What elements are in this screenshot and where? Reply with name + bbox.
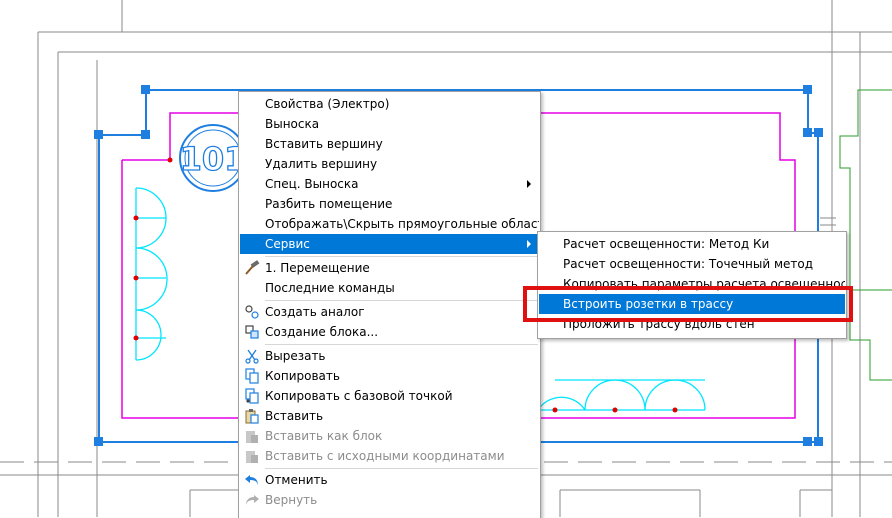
menu-separator: [265, 468, 538, 469]
room-number-tag: 101: [179, 124, 247, 192]
menu-item-undo[interactable]: Отменить: [240, 470, 539, 490]
menu-item-copy[interactable]: Копировать: [240, 366, 539, 386]
paste-coords-icon: [246, 451, 258, 463]
paste-icon: [245, 409, 259, 424]
menu-item-special-leader[interactable]: Спец. Выноска: [240, 174, 539, 194]
menu-item-paste-as-block[interactable]: Вставить как блок: [240, 426, 539, 446]
menu-item-paste[interactable]: Вставить: [240, 406, 539, 426]
menu-item-toggle-rect-areas[interactable]: Отображать\Скрыть прямоугольные области: [240, 214, 539, 234]
menu-item-service[interactable]: Сервис: [240, 234, 539, 254]
menu-item-move[interactable]: 1. Перемещение: [240, 258, 539, 278]
menu-item-cut[interactable]: Вырезать: [240, 346, 539, 366]
paste-block-icon: [246, 431, 258, 443]
menu-item-leader[interactable]: Выноска: [240, 114, 539, 134]
menu-item-delete-vertex[interactable]: Удалить вершину: [240, 154, 539, 174]
menu-separator: [265, 300, 538, 301]
menu-separator: [265, 256, 538, 257]
scissors-icon: [245, 349, 259, 364]
outlet-points-left: [133, 157, 173, 341]
submenu-item-lighting-ki[interactable]: Расчет освещенности: Метод Ки: [539, 234, 845, 254]
menu-item-redo[interactable]: Вернуть: [240, 490, 539, 510]
undo-icon: [245, 475, 258, 485]
menu-separator: [265, 344, 538, 345]
submenu-item-lighting-point[interactable]: Расчет освещенности: Точечный метод: [539, 254, 845, 274]
menu-item-create-block[interactable]: Создание блока...: [240, 322, 539, 342]
create-analog-icon: [245, 305, 259, 319]
hammer-icon: [245, 260, 260, 275]
neighbor-room-outline: [839, 89, 892, 381]
menu-item-create-analog[interactable]: Создать аналог: [240, 302, 539, 322]
room-number-text: 101: [180, 140, 247, 178]
annotation-highlight-box: [523, 286, 853, 322]
redo-icon: [246, 495, 259, 505]
light-fixtures-left: [135, 187, 168, 361]
menu-item-paste-original-coords[interactable]: Вставить с исходными координатами: [240, 446, 539, 466]
menu-item-insert-vertex[interactable]: Вставить вершину: [240, 134, 539, 154]
submenu-arrow-icon: [527, 240, 531, 248]
menu-item-properties[interactable]: Свойства (Электро): [240, 94, 539, 114]
copy-icon: [245, 368, 259, 384]
submenu-arrow-icon: [527, 180, 531, 188]
service-submenu: Расчет освещенности: Метод Ки Расчет осв…: [537, 231, 847, 339]
light-fixtures-bottom: [537, 379, 706, 411]
context-menu: Свойства (Электро) Выноска Вставить верш…: [238, 91, 541, 518]
copy-base-point-icon: [245, 388, 259, 404]
menu-item-recent-commands[interactable]: Последние команды: [240, 278, 539, 298]
menu-item-split-room[interactable]: Разбить помещение: [240, 194, 539, 214]
create-block-icon: [245, 325, 259, 339]
menu-item-copy-base-point[interactable]: Копировать с базовой точкой: [240, 386, 539, 406]
